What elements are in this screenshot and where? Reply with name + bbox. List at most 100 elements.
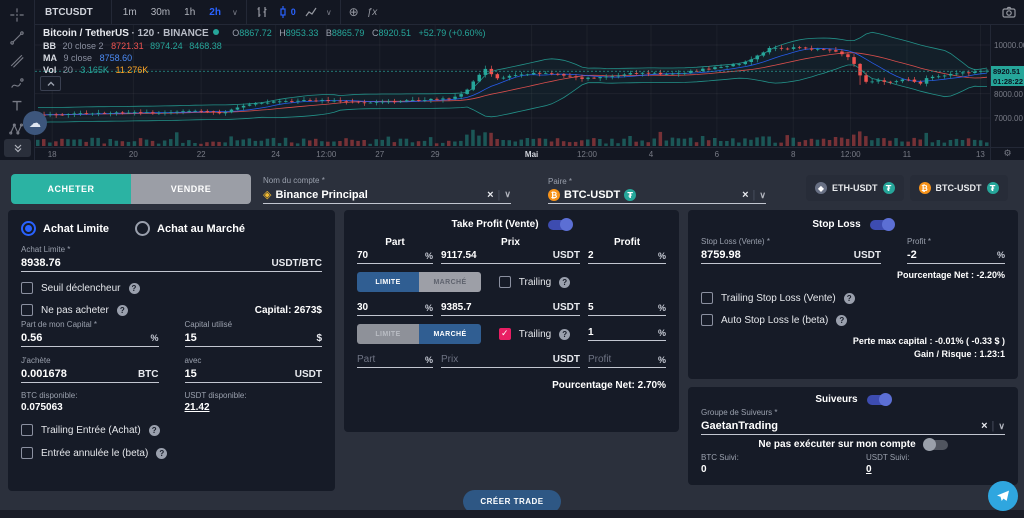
followers-group-field[interactable]: Groupe de Suiveurs * GaetanTrading × | ∨ xyxy=(701,408,1005,435)
bar-style-icon[interactable] xyxy=(255,5,269,19)
axis-settings-corner[interactable]: ⚙ xyxy=(990,148,1024,160)
no-buy-checkbox[interactable] xyxy=(21,304,33,316)
crosshair-tool-icon[interactable] xyxy=(8,7,26,24)
time-axis-label: 8 xyxy=(791,150,796,159)
trendline-tool-icon[interactable] xyxy=(8,30,26,47)
capital-part-field[interactable]: Part de mon Capital * 0.56% xyxy=(21,320,159,347)
radio-achat-limite[interactable]: Achat Limite xyxy=(21,221,109,236)
indicator-count: 0 xyxy=(290,7,296,17)
tp3-part-field[interactable]: Part% xyxy=(357,354,433,368)
clear-pair-icon[interactable]: × xyxy=(742,189,748,201)
cloud-sync-button[interactable]: ☁ xyxy=(23,111,47,135)
price-axis[interactable]: 8920.51 01:28:22 10000.00 8000.00 7000.00 xyxy=(990,25,1024,147)
candle-style-icon[interactable]: 0 xyxy=(277,5,296,19)
vol-indicator-label: Vol xyxy=(43,65,57,75)
pair-label: Paire * xyxy=(548,177,573,186)
help-icon[interactable]: ? xyxy=(156,447,168,459)
time-axis[interactable]: 18 20 22 24 12:00 27 29 Mai 12:00 4 6 8 12:00 11 13 xyxy=(35,148,990,160)
tp2-part-field[interactable]: 30% xyxy=(357,302,433,316)
chart-plot-area[interactable]: Bitcoin / TetherUS · 120 · BINANCE O8867… xyxy=(23,25,990,147)
pair-dropdown-icon[interactable]: ∨ xyxy=(759,190,766,201)
tp1-part-field[interactable]: 70% xyxy=(357,250,433,264)
with-amount-field[interactable]: avec 15 USDT xyxy=(184,356,322,383)
timeframe-2h-active[interactable]: 2h xyxy=(206,7,224,18)
limit-price-field[interactable]: Achat Limite * 8938.76 USDT/BTC xyxy=(21,245,322,272)
legend-meta: · 120 · BINANCE xyxy=(131,28,209,39)
tp1-price-field[interactable]: 9117.54 USDT xyxy=(441,250,580,264)
pair-chip-eth-usdt[interactable]: ◆ ETH-USDT ₮ xyxy=(806,175,904,201)
toolbar-collapse-button[interactable] xyxy=(4,139,31,157)
trailing-entry-checkbox[interactable] xyxy=(21,424,33,436)
help-icon[interactable]: ? xyxy=(559,276,571,288)
telegram-button[interactable] xyxy=(988,481,1018,511)
stop-loss-profit-field[interactable]: Profit * -2% xyxy=(907,237,1005,264)
help-icon[interactable]: ? xyxy=(148,424,160,436)
tp2-profit-field[interactable]: 5% xyxy=(588,302,666,316)
tp2-trailing-percent-field[interactable]: 1% xyxy=(588,327,666,341)
help-icon[interactable]: ? xyxy=(128,282,140,294)
trailing-sl-checkbox[interactable] xyxy=(701,292,713,304)
sell-tab[interactable]: VENDRE xyxy=(131,174,251,204)
usdt-available-value[interactable]: 21.42 xyxy=(185,402,323,413)
text-tool-icon[interactable] xyxy=(8,98,26,115)
with-amount-value: 15 xyxy=(184,368,197,380)
help-icon[interactable]: ? xyxy=(559,328,571,340)
pair-field[interactable]: Paire * ₿ BTC-USDT ₮ × | ∨ xyxy=(548,177,766,204)
buy-tab[interactable]: ACHETER xyxy=(11,174,131,204)
tp1-profit-field[interactable]: 2% xyxy=(588,250,666,264)
trigger-checkbox[interactable] xyxy=(21,282,33,294)
timeframe-1m[interactable]: 1m xyxy=(120,7,140,18)
legend-line-ma: MA 9 close 8758.60 xyxy=(43,52,486,64)
bb-lower-value: 8468.38 xyxy=(189,41,222,51)
auto-sl-checkbox[interactable] xyxy=(701,314,713,326)
brush-tool-icon[interactable] xyxy=(8,75,26,92)
clear-group-icon[interactable]: × xyxy=(981,420,987,432)
style-dropdown-icon[interactable]: ∨ xyxy=(326,8,332,17)
account-field[interactable]: Nom du compte * ◈ Binance Principal × | … xyxy=(263,176,511,204)
symbol-search-button[interactable]: BTCUSDT xyxy=(43,5,103,20)
no-buy-label: Ne pas acheter xyxy=(41,304,109,316)
no-exec-toggle[interactable] xyxy=(922,438,948,451)
account-value: Binance Principal xyxy=(275,188,368,201)
capital-used-field[interactable]: Capital utilisé 15 $ xyxy=(184,320,322,347)
stop-loss-toggle[interactable] xyxy=(869,218,895,231)
tp1-marche-button[interactable]: MARCHÉ xyxy=(419,272,481,292)
indicators-fx-icon[interactable]: ƒx xyxy=(367,7,378,18)
usdt-coin-icon: ₮ xyxy=(882,182,895,194)
followers-toggle[interactable] xyxy=(866,393,892,406)
tp3-price-field[interactable]: Prix USDT xyxy=(441,354,580,368)
tp1-limite-button[interactable]: LIMITE xyxy=(357,272,419,292)
compare-icon[interactable]: ⊕ xyxy=(349,5,359,19)
chart-section: BTCUSDT 1m 30m 1h 2h ∨ 0 ∨ ⊕ ƒx Bitcoin … xyxy=(0,0,1024,160)
take-profit-toggle[interactable] xyxy=(547,218,573,231)
camera-icon[interactable] xyxy=(1002,6,1016,18)
limit-price-label: Achat Limite * xyxy=(21,245,71,254)
legend-collapse-button[interactable] xyxy=(40,76,61,91)
timeframe-dropdown-icon[interactable]: ∨ xyxy=(232,8,238,17)
tp1-trailing-checkbox[interactable] xyxy=(498,276,511,288)
tp3-profit-field[interactable]: Profit% xyxy=(588,354,666,368)
stop-loss-price-field[interactable]: Stop Loss (Vente) * 8759.98 USDT xyxy=(701,237,881,264)
btc-available: BTC disponible: 0.075063 xyxy=(21,391,159,413)
timeframe-1h[interactable]: 1h xyxy=(181,7,198,18)
clear-account-icon[interactable]: × xyxy=(487,189,493,201)
help-icon[interactable]: ? xyxy=(116,304,128,316)
tp2-trailing-checkbox-checked[interactable]: ✓ xyxy=(498,328,511,340)
tp-net-percentage: Pourcentage Net: 2.70% xyxy=(552,380,666,391)
usdt-followed-value[interactable]: 0 xyxy=(866,464,1005,475)
area-style-icon[interactable] xyxy=(304,5,318,19)
tp2-marche-button[interactable]: MARCHÉ xyxy=(419,324,481,344)
tp2-limite-button[interactable]: LIMITE xyxy=(357,324,419,344)
group-dropdown-icon[interactable]: ∨ xyxy=(998,421,1005,432)
buy-amount-field[interactable]: J'achète 0.001678 BTC xyxy=(21,356,159,383)
tp2-price-field[interactable]: 9385.7 USDT xyxy=(441,302,580,316)
cancel-entry-checkbox[interactable] xyxy=(21,447,33,459)
radio-achat-marche[interactable]: Achat au Marché xyxy=(135,221,245,236)
timeframe-30m[interactable]: 30m xyxy=(148,7,173,18)
account-dropdown-icon[interactable]: ∨ xyxy=(504,189,511,200)
help-icon[interactable]: ? xyxy=(836,314,848,326)
fib-tool-icon[interactable] xyxy=(8,52,26,69)
pair-chip-btc-usdt[interactable]: ₿ BTC-USDT ₮ xyxy=(909,175,1008,201)
volume-bars xyxy=(36,129,989,146)
help-icon[interactable]: ? xyxy=(843,292,855,304)
